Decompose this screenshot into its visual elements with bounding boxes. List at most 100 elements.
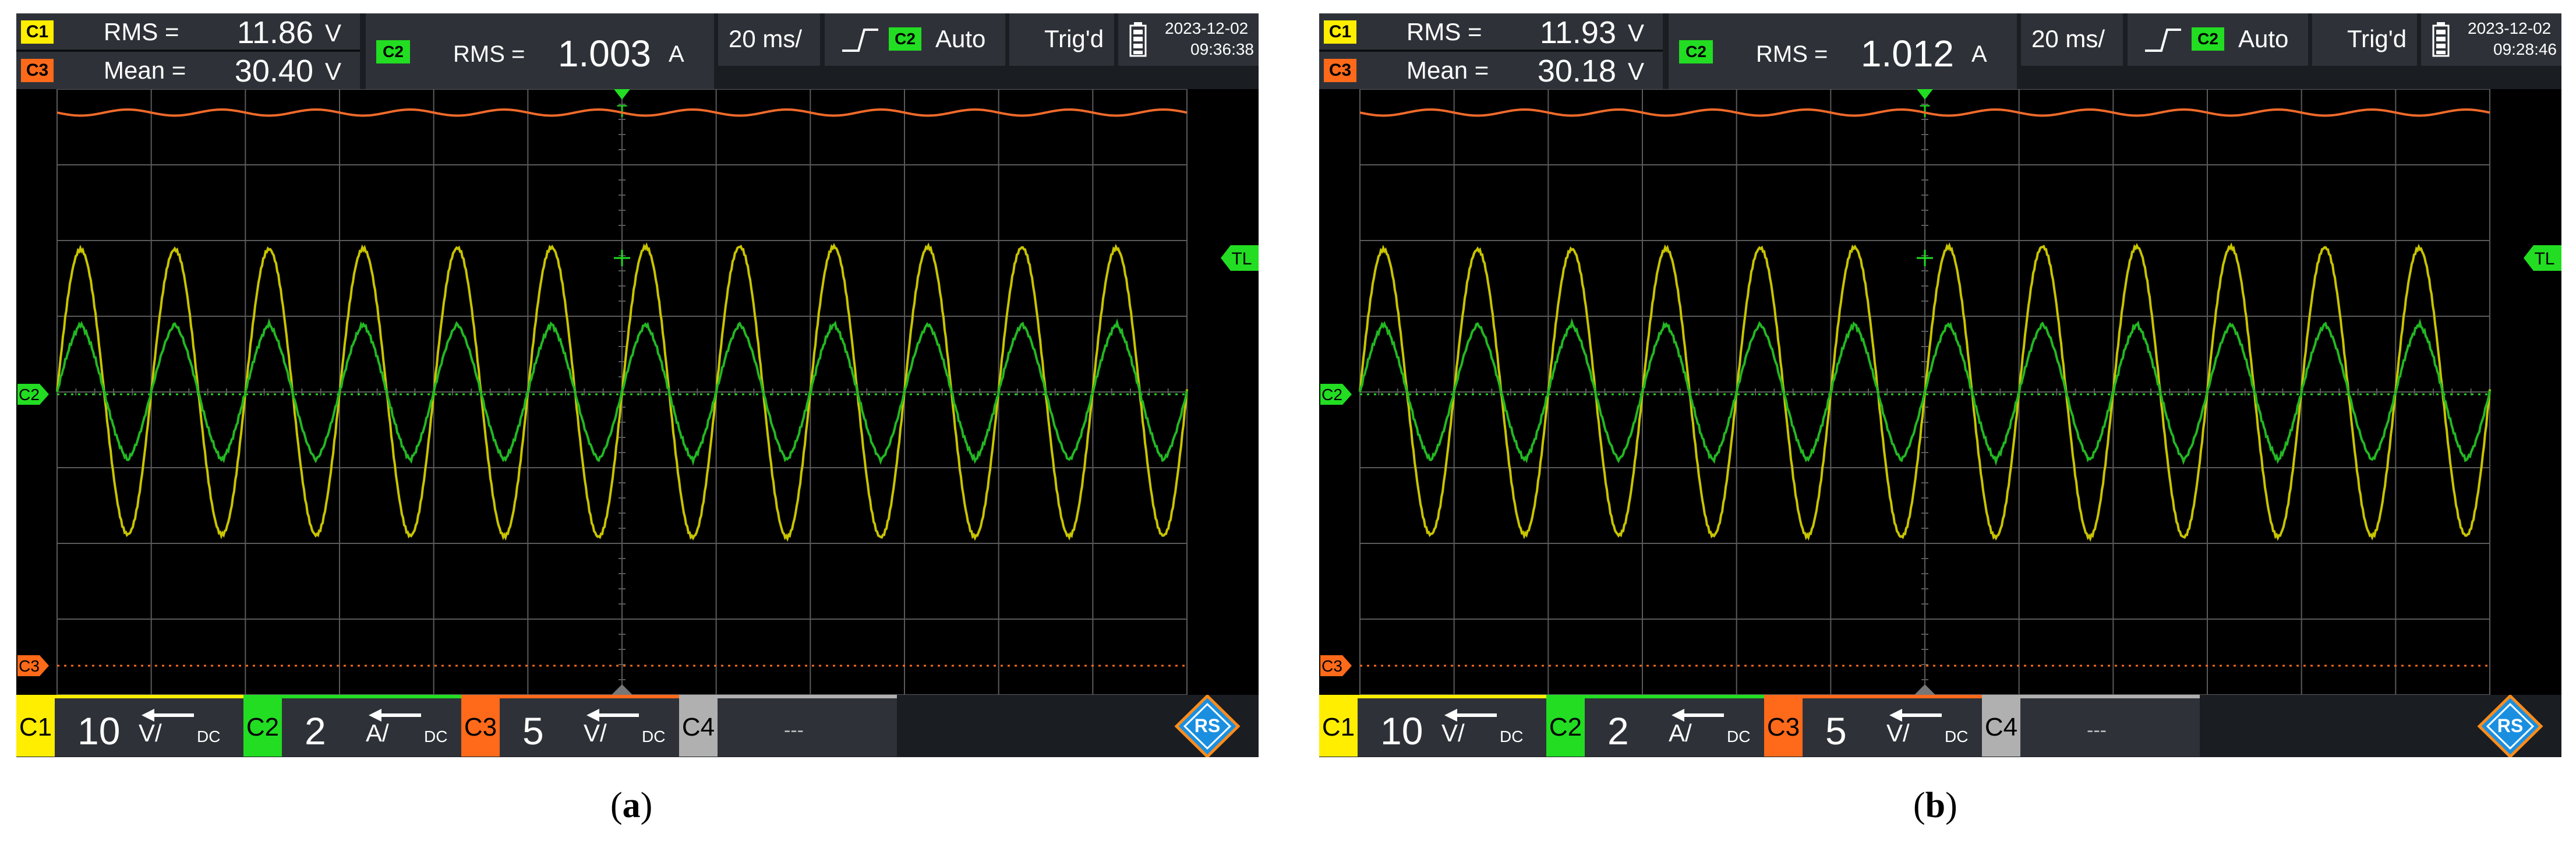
channel-scale: 10	[77, 709, 121, 752]
channel-c2-settings[interactable]: C2 2 A/ DC	[243, 695, 461, 757]
measurement-name: Mean =	[104, 56, 186, 84]
measurement-row-c3[interactable]: C3 Mean = 30.40 V	[16, 52, 360, 89]
acquisition-state[interactable]: Trig'd	[2312, 13, 2417, 66]
c3-offset-marker-label: C3	[1321, 657, 1342, 675]
timebase-value: 20 ms/	[729, 25, 803, 52]
c2-offset-marker-label: C2	[19, 386, 40, 404]
logo-icon: RS	[2477, 694, 2543, 757]
time-text: 09:36:38	[1190, 40, 1254, 58]
logo-icon: RS	[1174, 694, 1241, 757]
channel-label: C3	[1764, 698, 1803, 757]
channel-c3-settings[interactable]: C3 5 V/ DC	[1764, 695, 1982, 757]
bottom-bar: C1 10 V/ DC C2 2 A/ DC C3 5 V/ DC C4 ---	[16, 694, 1259, 757]
acquisition-state[interactable]: Trig'd	[1009, 13, 1114, 66]
offset-arrow-icon	[586, 709, 639, 722]
channel-badge-c1: C1	[1324, 20, 1356, 44]
measurement-row-c1[interactable]: C1 RMS = 11.86 V	[16, 13, 360, 52]
top-bar: C1 RMS = 11.86 V C3 Mean = 30.40 V C2 RM…	[16, 13, 1259, 89]
horizontal-position-marker	[612, 684, 632, 695]
offset-arrow-icon	[1889, 709, 1942, 722]
offset-arrow-icon	[1672, 709, 1724, 722]
measurement-unit: V	[325, 19, 342, 47]
measurement-name: RMS =	[1756, 41, 1828, 67]
top-bar: C1 RMS = 11.93 V C3 Mean = 30.18 V C2 RM…	[1319, 13, 2561, 89]
c2-offset-marker-label: C2	[1321, 386, 1342, 404]
caption-letter: b	[1925, 786, 1946, 825]
measurement-value: 30.40	[234, 54, 313, 89]
measurement-value: 30.18	[1537, 54, 1616, 89]
channel-label: C4	[679, 698, 718, 757]
channel-scale: 2	[1607, 709, 1629, 752]
measurement-unit: V	[1628, 58, 1645, 85]
trigger-level-label: TL	[2534, 249, 2554, 268]
measurement-unit: V	[1628, 19, 1645, 47]
waveform-area[interactable]: T C2 C3 TL	[16, 89, 1259, 695]
trigger-button[interactable]: C2 Auto	[825, 13, 1005, 66]
caption-paren-open: (	[1913, 786, 1925, 825]
oscilloscope-screen-a: C1 RMS = 11.86 V C3 Mean = 30.40 V C2 RM…	[16, 13, 1259, 757]
channel-badge-c3: C3	[1324, 59, 1356, 82]
logo-letters: RS	[1195, 715, 1220, 736]
trigger-source-badge: C2	[889, 27, 921, 51]
caption-paren-close: )	[1945, 786, 1957, 825]
measurement-unit: A	[1971, 41, 1987, 67]
current-measurement-box[interactable]: C2 RMS = 1.003 A	[366, 13, 714, 89]
timebase-button[interactable]: 20 ms/	[2021, 13, 2123, 66]
channel-label: C1	[16, 698, 55, 757]
channel-label: C4	[1982, 698, 2020, 757]
caption-letter: a	[622, 786, 641, 825]
trigger-position-marker	[1917, 89, 1933, 100]
rohde-schwarz-logo[interactable]: RS	[2460, 694, 2561, 757]
channel-label: C2	[243, 698, 282, 757]
channel-c1-settings[interactable]: C1 10 V/ DC	[16, 695, 243, 757]
channel-label: C3	[461, 698, 500, 757]
measurement-row-c3[interactable]: C3 Mean = 30.18 V	[1319, 52, 1663, 89]
rising-edge-icon	[842, 29, 878, 52]
rohde-schwarz-logo[interactable]: RS	[1157, 694, 1259, 757]
channel-unit: V/	[1886, 719, 1910, 747]
trigger-button[interactable]: C2 Auto	[2128, 13, 2308, 66]
trigger-mode: Auto	[2238, 25, 2289, 52]
channel-c4-settings[interactable]: C4 ---	[1982, 695, 2200, 757]
channel-label: C2	[1546, 698, 1585, 757]
c3-offset-marker-label: C3	[19, 657, 40, 675]
channel-unit: V/	[139, 719, 162, 747]
measurement-value: 11.93	[1539, 15, 1616, 50]
channel-c3-settings[interactable]: C3 5 V/ DC	[461, 695, 679, 757]
channel-scale: 5	[1825, 709, 1847, 752]
measurement-row-c1[interactable]: C1 RMS = 11.93 V	[1319, 13, 1663, 52]
current-measurement-box[interactable]: C2 RMS = 1.012 A	[1669, 13, 2017, 89]
measurement-box[interactable]: C1 RMS = 11.93 V C3 Mean = 30.18 V	[1319, 13, 1663, 89]
waveform-display: TC2C3TL	[17, 89, 1259, 695]
battery-icon	[1129, 22, 1147, 57]
channel-unit: A/	[1669, 719, 1692, 747]
channel-c4-settings[interactable]: C4 ---	[679, 695, 897, 757]
channel-badge-c1: C1	[21, 20, 54, 44]
measurement-name: RMS =	[453, 41, 525, 67]
waveform-area[interactable]: T C2 C3 TL	[1319, 89, 2561, 695]
channel-label: C1	[1319, 698, 1358, 757]
channel-off-indicator: ---	[2087, 719, 2107, 741]
waveform-display: TC2C3TL	[1320, 89, 2561, 695]
time-text: 09:28:46	[2493, 40, 2557, 58]
measurement-name: RMS =	[1407, 18, 1482, 45]
channel-c2-settings[interactable]: C2 2 A/ DC	[1546, 695, 1764, 757]
caption-paren-open: (	[610, 786, 623, 825]
channel-c1-settings[interactable]: C1 10 V/ DC	[1319, 695, 1546, 757]
date-text: 2023-12-02	[1165, 19, 1249, 37]
trigger-state: Trig'd	[2347, 25, 2407, 52]
channel-scale: 2	[305, 709, 326, 752]
channel-badge-c2: C2	[376, 40, 410, 63]
measurement-name: Mean =	[1407, 56, 1489, 84]
offset-arrow-icon	[369, 709, 421, 722]
channel-coupling: DC	[424, 727, 448, 745]
rising-edge-icon	[2145, 29, 2181, 52]
channel-unit: V/	[1441, 719, 1465, 747]
date-text: 2023-12-02	[2468, 19, 2552, 37]
panel-caption-b: (b)	[1913, 785, 1957, 826]
bottom-bar: C1 10 V/ DC C2 2 A/ DC C3 5 V/ DC C4 ---	[1319, 694, 2561, 757]
measurement-unit: V	[325, 58, 342, 85]
timebase-button[interactable]: 20 ms/	[718, 13, 820, 66]
measurement-box[interactable]: C1 RMS = 11.86 V C3 Mean = 30.40 V	[16, 13, 360, 89]
measurement-value: 1.012	[1860, 33, 1954, 75]
